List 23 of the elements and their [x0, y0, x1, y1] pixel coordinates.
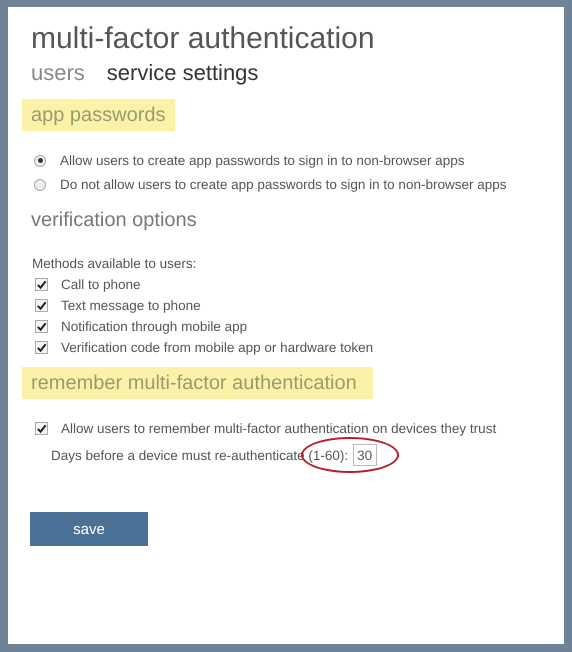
checkbox[interactable]: [35, 299, 48, 312]
radio-button[interactable]: [34, 178, 46, 190]
checkbox-label: Allow users to remember multi-factor authentication on devices they trust: [61, 421, 496, 436]
tab[interactable]: service settings: [106, 59, 258, 87]
save-button[interactable]: save: [30, 512, 148, 546]
checkbox[interactable]: [35, 320, 48, 333]
methods-label: Methods available to users:: [32, 256, 198, 271]
section-heading: app passwords: [22, 99, 175, 131]
section-heading: remember multi-factor authentication: [22, 367, 373, 399]
option-label: Allow users to create app passwords to sign in to non-browser apps: [60, 153, 464, 168]
checkbox-label: Call to phone: [61, 277, 141, 292]
checkbox[interactable]: [35, 341, 48, 354]
days-input-field[interactable]: 30: [353, 444, 378, 466]
checkbox[interactable]: [35, 278, 48, 291]
tab[interactable]: users: [31, 59, 85, 87]
radio-button[interactable]: [34, 154, 46, 166]
option-label: Do not allow users to create app passwords to sign in to non-browser apps: [60, 177, 506, 192]
checkbox[interactable]: [35, 422, 48, 435]
checkbox-label: Text message to phone: [61, 298, 201, 313]
page-title: multi-factor authentication: [31, 21, 376, 57]
checkbox-label: Verification code from mobile app or hardware token: [61, 340, 374, 355]
checkbox-label: Notification through mobile app: [61, 319, 248, 334]
section-heading: verification options: [30, 208, 198, 233]
